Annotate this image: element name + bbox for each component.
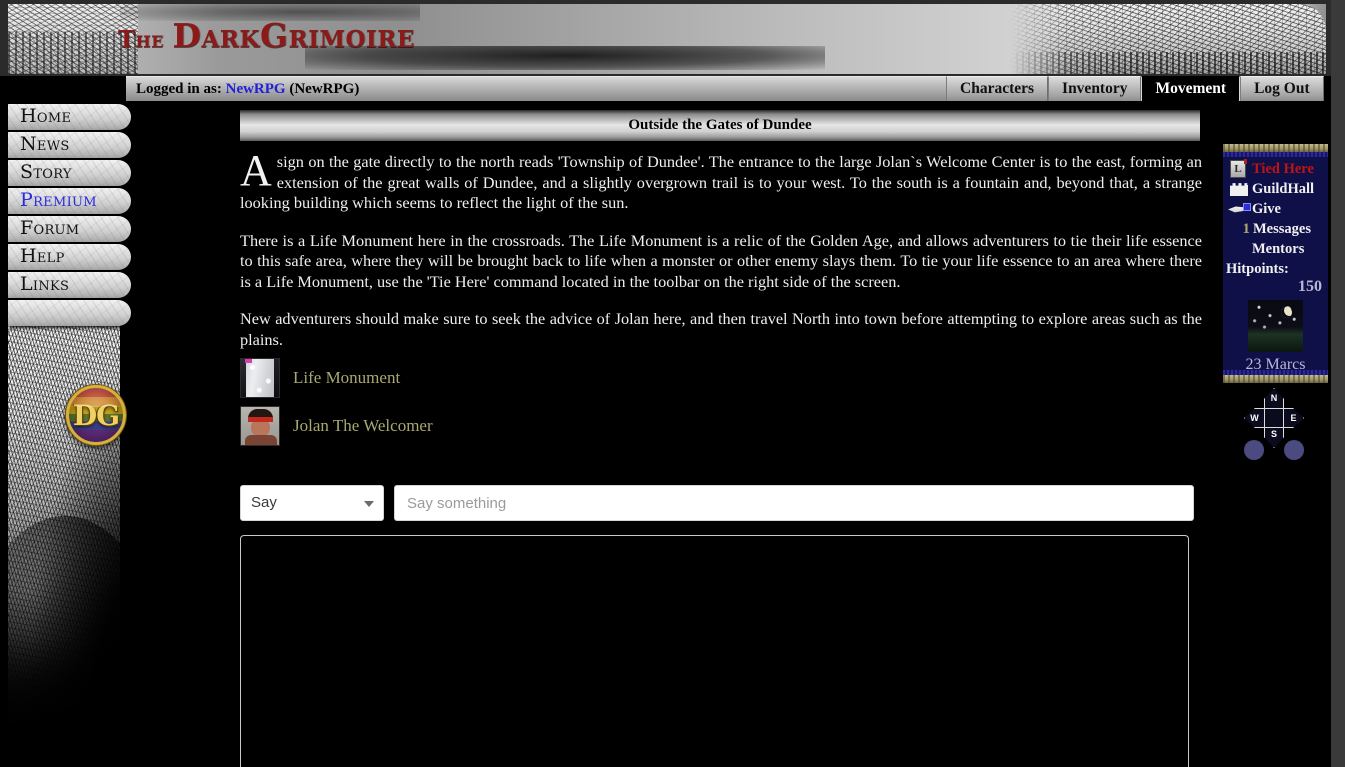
npc-portrait-icon bbox=[240, 406, 280, 446]
compass-rose: N W E S bbox=[1244, 388, 1304, 448]
sidebar-label-home: Home bbox=[20, 105, 72, 127]
action-type-value: Say bbox=[251, 494, 277, 511]
sidebar-landscape-art bbox=[8, 316, 120, 756]
room-paragraph-1: Asign on the gate directly to the north … bbox=[240, 146, 1202, 214]
username-link[interactable]: NewRPG bbox=[226, 81, 286, 97]
compass-center bbox=[1264, 408, 1284, 428]
tab-characters[interactable]: Characters bbox=[946, 76, 1049, 101]
command-controls: Say bbox=[240, 485, 1194, 521]
sidebar-item-story[interactable]: Story bbox=[8, 160, 131, 186]
sidebar-item-links[interactable]: Links bbox=[8, 272, 131, 298]
toolbar-item-mentors[interactable]: Mentors bbox=[1223, 239, 1328, 259]
panel-edge-bottom bbox=[1223, 375, 1328, 383]
logo-the: The bbox=[118, 26, 173, 53]
crescent-moon-icon bbox=[1281, 307, 1292, 318]
sidebar-item-blank[interactable] bbox=[8, 300, 131, 326]
sidebar-item-forum[interactable]: Forum bbox=[8, 216, 131, 242]
panel-edge-top bbox=[1223, 144, 1328, 152]
command-input[interactable] bbox=[394, 485, 1194, 521]
sidebar-label-story: Story bbox=[20, 161, 72, 183]
toolbar-label-mentors: Mentors bbox=[1252, 240, 1305, 257]
dg-logo-badge[interactable]: DG bbox=[66, 385, 126, 445]
move-down-button[interactable] bbox=[1284, 440, 1304, 460]
page-root: The DarkGrimoire Logged in as: NewRPG (N… bbox=[0, 0, 1331, 767]
sidebar-art-fade bbox=[8, 636, 120, 756]
hitpoints-value: 150 bbox=[1298, 278, 1322, 295]
town-engraving-right bbox=[1010, 4, 1326, 74]
move-up-button[interactable] bbox=[1244, 440, 1264, 460]
dg-badge-gloss bbox=[69, 388, 123, 407]
toolbar-item-messages[interactable]: 1 Messages bbox=[1223, 219, 1328, 239]
sidebar-label-help: Help bbox=[20, 245, 65, 267]
chevron-down-icon bbox=[364, 501, 374, 507]
tab-movement[interactable]: Movement bbox=[1141, 76, 1241, 101]
sidebar-item-news[interactable]: News bbox=[8, 132, 131, 158]
tab-log-out[interactable]: Log Out bbox=[1240, 76, 1324, 101]
sidebar-label-links: Links bbox=[20, 273, 70, 295]
castle-icon bbox=[1226, 180, 1252, 198]
monument-icon bbox=[240, 358, 280, 398]
logged-in-status: Logged in as: NewRPG (NewRPG) bbox=[126, 76, 946, 101]
list-item[interactable]: Life Monument bbox=[240, 357, 940, 399]
logged-in-prefix: Logged in as: bbox=[136, 81, 226, 97]
give-hand-icon bbox=[1226, 200, 1252, 218]
left-sidebar: Home News Story Premium Forum Help Links… bbox=[0, 102, 137, 767]
site-logo[interactable]: The DarkGrimoire bbox=[118, 14, 414, 58]
main-nav-tabs: Characters Inventory Movement Log Out bbox=[946, 76, 1324, 102]
npc-body bbox=[245, 435, 277, 445]
mentors-spacer bbox=[1226, 240, 1252, 258]
logo-name: DarkGrimoire bbox=[172, 16, 415, 55]
character-name: (NewRPG) bbox=[285, 81, 360, 97]
toolbar-label-guildhall: GuildHall bbox=[1252, 180, 1315, 197]
drop-cap: A bbox=[240, 146, 272, 195]
toolbar-label-tied-here: Tied Here bbox=[1252, 160, 1314, 177]
sidebar-item-help[interactable]: Help bbox=[8, 244, 131, 270]
game-log-panel[interactable] bbox=[240, 535, 1189, 767]
npc-headband bbox=[248, 417, 273, 422]
site-banner: The DarkGrimoire bbox=[0, 0, 1331, 76]
list-item[interactable]: Jolan The Welcomer bbox=[240, 405, 940, 447]
room-objects-list: Life Monument Jolan The Welcomer bbox=[240, 357, 940, 453]
room-description: Asign on the gate directly to the north … bbox=[240, 146, 1202, 367]
toolbar-item-guildhall[interactable]: GuildHall bbox=[1223, 179, 1328, 199]
sidebar-item-premium[interactable]: Premium bbox=[8, 188, 131, 214]
toolbar-panel: L Tied Here GuildHall Give 1 Messages Me… bbox=[1223, 144, 1328, 383]
toolbar-item-tied-here[interactable]: L Tied Here bbox=[1223, 159, 1328, 179]
hitpoints-label: Hitpoints: bbox=[1226, 261, 1289, 277]
sidebar-label-premium: Premium bbox=[20, 189, 97, 211]
object-label-jolan[interactable]: Jolan The Welcomer bbox=[293, 416, 433, 436]
move-north-button[interactable]: N bbox=[1264, 388, 1284, 409]
currency-marcs: 23 Marcs bbox=[1245, 356, 1306, 373]
right-toolbar: L Tied Here GuildHall Give 1 Messages Me… bbox=[1218, 102, 1331, 767]
sidebar-item-home[interactable]: Home bbox=[8, 104, 131, 130]
toolbar-item-give[interactable]: Give bbox=[1223, 199, 1328, 219]
monument-icon-marker bbox=[245, 359, 252, 363]
sidebar-label-news: News bbox=[20, 133, 70, 155]
sidebar-label-forum: Forum bbox=[20, 217, 80, 239]
toolbar-label-messages: Messages bbox=[1253, 220, 1311, 237]
messages-count-badge: 1 bbox=[1242, 220, 1251, 237]
move-east-button[interactable]: E bbox=[1283, 408, 1304, 428]
room-paragraph-2: There is a Life Monument here in the cro… bbox=[240, 230, 1202, 291]
move-west-button[interactable]: W bbox=[1244, 408, 1265, 428]
night-sky-icon bbox=[1248, 300, 1303, 352]
toolbar-label-give: Give bbox=[1252, 200, 1281, 217]
tab-inventory[interactable]: Inventory bbox=[1048, 76, 1142, 101]
room-title: Outside the Gates of Dundee bbox=[240, 110, 1200, 141]
panel-band-top bbox=[1223, 152, 1328, 157]
room-paragraph-1-text: sign on the gate directly to the north r… bbox=[240, 152, 1202, 212]
action-type-select[interactable]: Say bbox=[240, 485, 384, 521]
compass-extra-buttons bbox=[1236, 440, 1316, 464]
main-content: Outside the Gates of Dundee Asign on the… bbox=[137, 102, 1218, 767]
room-paragraph-3: New adventurers should make sure to seek… bbox=[240, 309, 1202, 349]
life-monument-tile-icon: L bbox=[1226, 159, 1252, 178]
object-label-life-monument[interactable]: Life Monument bbox=[293, 368, 400, 388]
